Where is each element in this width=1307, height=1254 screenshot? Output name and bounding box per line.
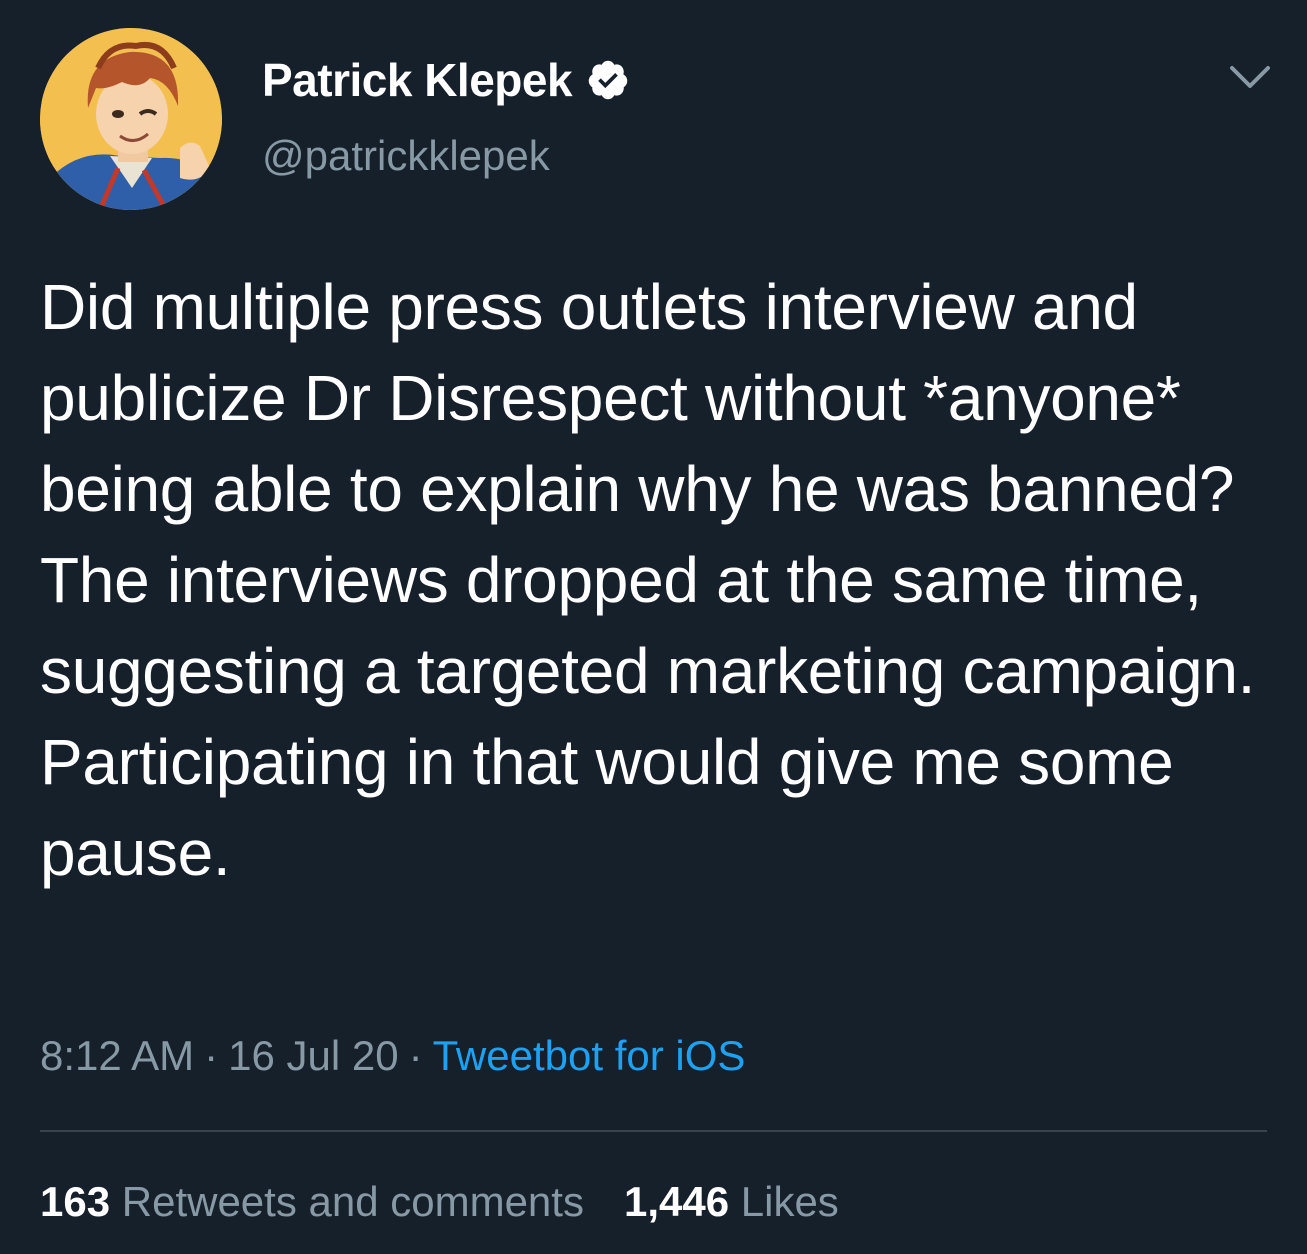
user-handle[interactable]: @patrickklepek [262,132,630,180]
likes-label: Likes [740,1178,839,1225]
display-name[interactable]: Patrick Klepek [262,53,573,107]
tweet-time[interactable]: 8:12 AM [40,1032,194,1079]
likes-count: 1,446 [623,1178,730,1225]
tweet-stats: 163 Retweets and comments 1,446 Likes [40,1178,839,1226]
avatar-illustration [40,28,222,210]
likes-stat[interactable]: 1,446 Likes [624,1178,839,1225]
avatar[interactable] [40,28,222,210]
retweets-label: Retweets and comments [121,1178,584,1225]
tweet-card: Patrick Klepek @patrickklepek Did multip… [0,0,1307,1254]
divider [40,1130,1267,1132]
tweet-date[interactable]: 16 Jul 20 [228,1032,398,1079]
tweet-header: Patrick Klepek @patrickklepek [262,52,630,180]
tweet-text: Did multiple press outlets interview and… [40,271,1256,889]
retweets-count: 163 [40,1178,111,1225]
meta-separator: · [408,1032,423,1079]
meta-separator: · [204,1032,219,1079]
chevron-down-icon[interactable] [1228,62,1272,94]
name-row: Patrick Klepek [262,52,630,108]
verified-badge-icon [588,60,628,100]
tweet-source-link[interactable]: Tweetbot for iOS [433,1032,746,1079]
retweets-stat[interactable]: 163 Retweets and comments [40,1178,584,1225]
tweet-metadata: 8:12 AM · 16 Jul 20 · Tweetbot for iOS [40,1032,745,1080]
